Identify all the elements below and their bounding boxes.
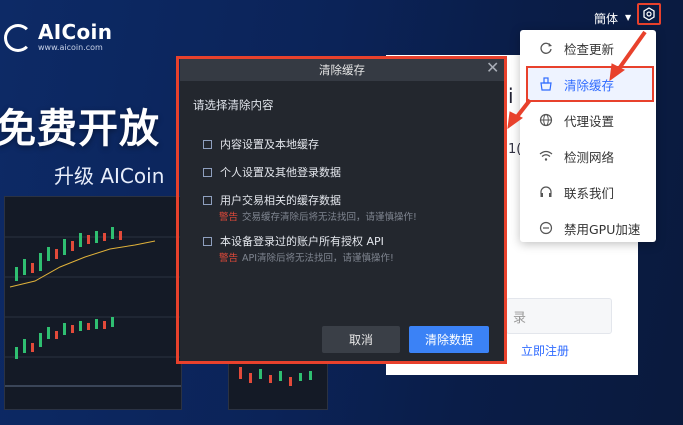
hero-title: 免费开放 [0,106,160,152]
menu-item-label: 代理设置 [564,113,615,129]
menu-item-clear-cache[interactable]: 清除缓存 [526,66,654,102]
headset-icon [538,184,554,200]
aicoin-logo: AICoin www.aicoin.com [4,22,112,53]
globe-icon [538,112,554,128]
language-selector[interactable]: 簡体 [594,10,618,27]
aicoin-logo-icon [4,23,32,52]
refresh-icon [538,40,554,56]
promo-chart-image [4,196,182,410]
candlestick-chart-graphic [5,227,181,387]
menu-item-disable-gpu[interactable]: 禁用GPU加速 [520,210,656,246]
caret-down-icon: ▼ [625,13,632,22]
broom-icon [538,76,554,92]
menu-item-network-check[interactable]: 检测网络 [520,138,656,174]
menu-item-label: 检测网络 [564,149,615,165]
menu-item-proxy-settings[interactable]: 代理设置 [520,102,656,138]
hero-subtitle: 升级 AICoin [54,164,165,188]
login-panel-heading-fragment: i [508,84,514,108]
minus-circle-icon [538,220,554,236]
settings-menu: 检查更新 清除缓存 代理设置 检测网络 联系我们 禁用GPU加速 [520,30,656,242]
login-button-label: 录 [513,311,527,326]
login-button-fragment[interactable]: 录 [506,298,612,334]
dialog-highlight-frame [176,56,507,364]
menu-item-contact-us[interactable]: 联系我们 [520,174,656,210]
menu-item-label: 联系我们 [564,185,615,201]
brand-url: www.aicoin.com [38,43,103,52]
settings-button[interactable] [637,3,661,25]
gear-icon [643,7,655,21]
menu-item-label: 禁用GPU加速 [564,221,641,237]
register-link[interactable]: 立即注册 [521,342,569,359]
menu-item-label: 清除缓存 [564,77,615,93]
menu-item-label: 检查更新 [564,41,615,57]
brand-name: AICoin [38,20,113,44]
wifi-icon [538,148,554,164]
menu-item-check-update[interactable]: 检查更新 [520,30,656,66]
